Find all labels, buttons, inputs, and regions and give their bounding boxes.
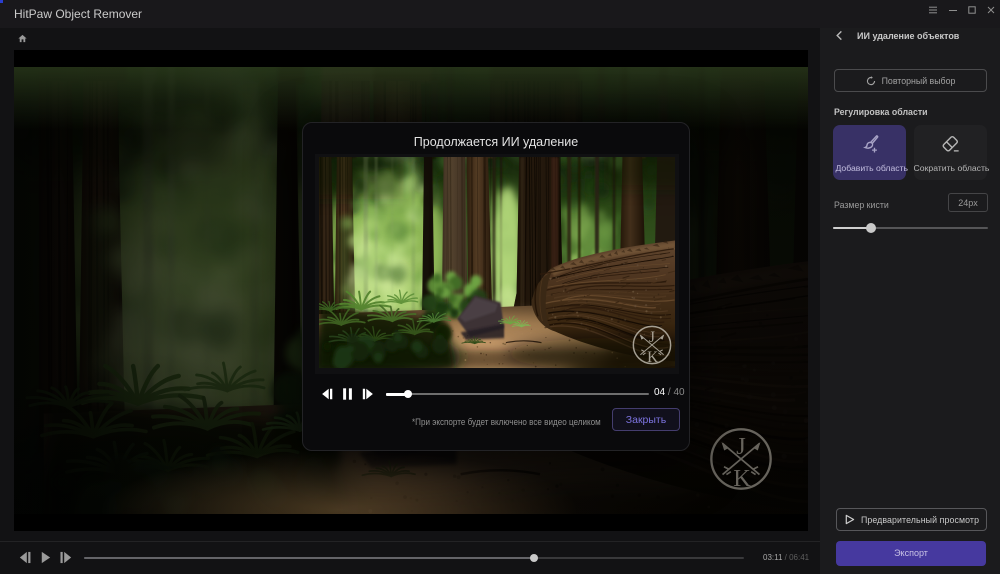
svg-text:J: J (649, 329, 655, 346)
svg-text:K: K (647, 349, 658, 366)
svg-text:K: K (733, 465, 751, 492)
svg-text:J: J (736, 433, 745, 460)
